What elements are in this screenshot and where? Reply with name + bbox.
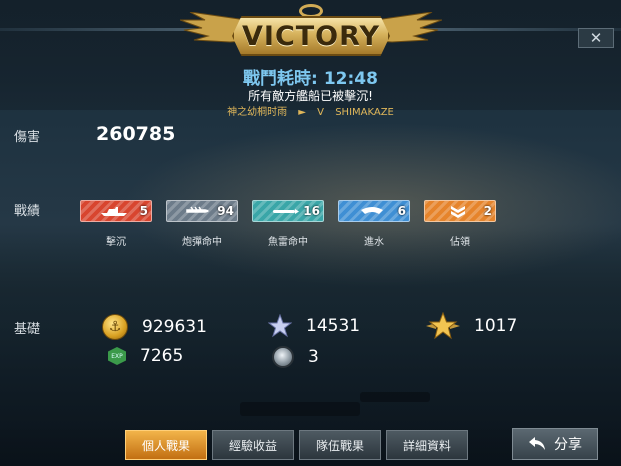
medal-count: 5 bbox=[139, 204, 148, 218]
versus-label: V bbox=[317, 107, 325, 118]
battle-time: 戰鬥耗時: 12:48 bbox=[0, 64, 621, 89]
aircraft-carrier-icon bbox=[101, 207, 127, 216]
exp-icon: EXP bbox=[108, 347, 126, 365]
gold-star-value: 1017 bbox=[474, 316, 518, 336]
arrow-icon: ► bbox=[298, 107, 306, 118]
result-tabs: 個人戰果 經驗收益 隊伍戰果 詳細資料 bbox=[125, 430, 468, 460]
battle-time-value: 12:48 bbox=[323, 69, 378, 89]
close-icon: ✕ bbox=[589, 29, 603, 47]
damage-value: 260785 bbox=[96, 123, 176, 145]
matchup-line: 神之幼桐时雨 ► V SHIMAKAZE bbox=[0, 103, 621, 118]
rank-chevron-icon bbox=[451, 206, 465, 218]
medal-shell-hits[interactable]: 94 炮彈命中 bbox=[166, 200, 238, 248]
share-button[interactable]: 分享 bbox=[512, 428, 598, 460]
victory-title: VICTORY bbox=[242, 20, 380, 52]
battle-time-label: 戰鬥耗時: bbox=[243, 69, 318, 89]
result-message: 所有敵方艦船已被擊沉! bbox=[248, 89, 373, 103]
medal-flooding[interactable]: 6 進水 bbox=[338, 200, 410, 248]
coins-stat: ⚓ 929631 bbox=[102, 314, 207, 340]
silver-star-stat: 14531 bbox=[268, 314, 360, 338]
medal-label: 進水 bbox=[364, 237, 384, 248]
medal-capture[interactable]: 2 佔領 bbox=[424, 200, 496, 248]
medal-badge: 6 bbox=[338, 200, 410, 222]
torpedo-icon bbox=[273, 209, 299, 214]
exp-stat: EXP 7265 bbox=[108, 346, 183, 366]
medal-sink[interactable]: 5 擊沉 bbox=[80, 200, 152, 248]
medal-badge: 16 bbox=[252, 200, 324, 222]
achievement-medals: 5 擊沉 94 炮彈命中 16 魚雷命中 6 進水 2 佔領 bbox=[80, 200, 496, 248]
victory-plate: VICTORY bbox=[232, 16, 390, 56]
basics-label: 基礎 bbox=[14, 322, 41, 337]
ship-silhouette bbox=[360, 392, 430, 402]
ship-silhouette bbox=[240, 402, 360, 416]
close-button[interactable]: ✕ bbox=[578, 28, 614, 48]
gold-star-stat: 1017 bbox=[426, 312, 517, 340]
share-arrow-icon bbox=[529, 437, 545, 450]
share-label: 分享 bbox=[554, 437, 582, 453]
medal-label: 魚雷命中 bbox=[268, 237, 308, 248]
medal-count: 94 bbox=[217, 204, 234, 218]
medal-badge: 5 bbox=[80, 200, 152, 222]
tab-details[interactable]: 詳細資料 bbox=[386, 430, 468, 460]
medal-label: 炮彈命中 bbox=[182, 237, 222, 248]
gear-icon bbox=[272, 346, 294, 368]
opponent-name: SHIMAKAZE bbox=[335, 107, 394, 118]
tab-exp-gain[interactable]: 經驗收益 bbox=[212, 430, 294, 460]
medal-count: 6 bbox=[397, 204, 406, 218]
medal-badge: 94 bbox=[166, 200, 238, 222]
damage-label: 傷害 bbox=[14, 130, 41, 145]
player-name: 神之幼桐时雨 bbox=[227, 107, 288, 118]
gold-star-icon bbox=[426, 312, 460, 340]
silver-star-icon bbox=[268, 314, 292, 338]
anchor-icon bbox=[299, 4, 323, 18]
gear-stat: 3 bbox=[272, 346, 319, 368]
gold-coin-icon: ⚓ bbox=[102, 314, 128, 340]
tab-personal-results[interactable]: 個人戰果 bbox=[125, 430, 207, 460]
shell-icon bbox=[186, 206, 209, 213]
achievements-label: 戰績 bbox=[14, 204, 41, 219]
medal-label: 佔領 bbox=[450, 237, 470, 248]
gear-value: 3 bbox=[308, 347, 319, 367]
medal-count: 16 bbox=[303, 204, 320, 218]
medal-count: 2 bbox=[483, 204, 492, 218]
victory-emblem: VICTORY bbox=[180, 4, 442, 64]
medal-torpedo-hits[interactable]: 16 魚雷命中 bbox=[252, 200, 324, 248]
exp-value: 7265 bbox=[140, 346, 184, 366]
coins-value: 929631 bbox=[142, 317, 207, 337]
silver-star-value: 14531 bbox=[306, 316, 361, 336]
medal-label: 擊沉 bbox=[106, 237, 126, 248]
medal-badge: 2 bbox=[424, 200, 496, 222]
tab-team-results[interactable]: 隊伍戰果 bbox=[299, 430, 381, 460]
flooding-icon bbox=[361, 207, 383, 214]
